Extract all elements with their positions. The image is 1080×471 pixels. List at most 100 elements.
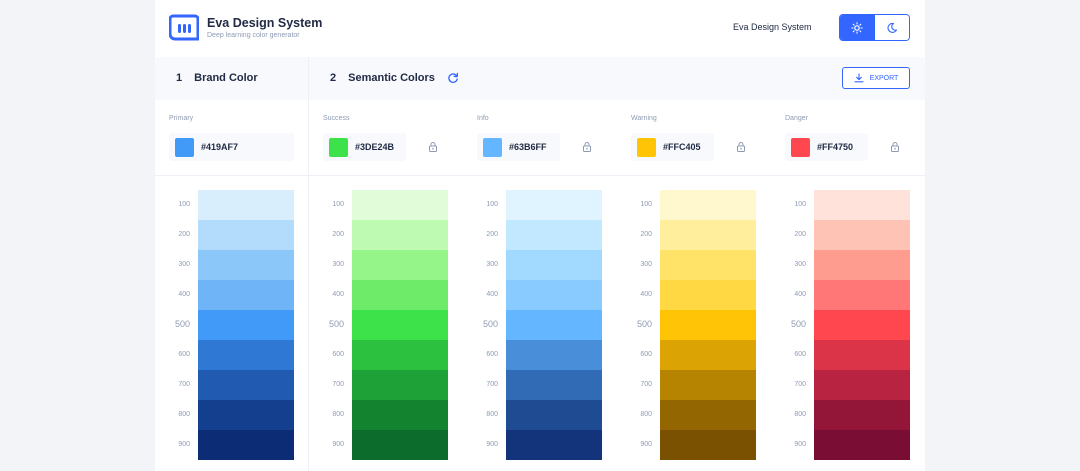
shade-label: 100: [178, 201, 190, 208]
shade-swatch[interactable]: [198, 220, 294, 250]
shade-swatch[interactable]: [352, 310, 448, 340]
shade-swatch[interactable]: [814, 340, 910, 370]
brand-color-heading: 1 Brand Color: [176, 72, 258, 84]
color-swatch[interactable]: [637, 137, 656, 157]
shade-swatch[interactable]: [506, 340, 602, 370]
export-button[interactable]: EXPORT: [842, 67, 910, 89]
shade-swatch[interactable]: [352, 220, 448, 250]
shade-label: 200: [178, 231, 190, 238]
lock-icon[interactable]: [736, 141, 746, 153]
shade-label: 300: [178, 261, 190, 268]
shade-label: 500: [790, 319, 806, 329]
shade-swatch[interactable]: [814, 250, 910, 280]
shade-swatch[interactable]: [814, 310, 910, 340]
shade-swatch[interactable]: [352, 280, 448, 310]
color-hex-input[interactable]: #419AF7: [169, 133, 294, 161]
section-bar: [155, 57, 925, 100]
section-title: Semantic Colors: [348, 72, 435, 84]
shade-swatch[interactable]: [506, 250, 602, 280]
shade-swatch[interactable]: [660, 220, 756, 250]
shade-swatch[interactable]: [352, 400, 448, 430]
shade-swatch[interactable]: [352, 340, 448, 370]
shade-swatch[interactable]: [506, 310, 602, 340]
shade-label: 800: [794, 411, 806, 418]
color-swatch[interactable]: [175, 137, 194, 157]
shade-swatch[interactable]: [506, 220, 602, 250]
header-brand-link[interactable]: Eva Design System: [733, 22, 812, 32]
lock-icon[interactable]: [428, 141, 438, 153]
shade-swatch[interactable]: [814, 400, 910, 430]
shade-swatch[interactable]: [198, 190, 294, 220]
shade-label: 600: [486, 351, 498, 358]
shade-swatch[interactable]: [814, 280, 910, 310]
shade-label: 400: [178, 291, 190, 298]
lock-icon[interactable]: [582, 141, 592, 153]
lock-icon[interactable]: [890, 141, 900, 153]
column-divider: [308, 57, 309, 471]
shade-label: 600: [794, 351, 806, 358]
shade-swatch[interactable]: [506, 370, 602, 400]
color-hex-input[interactable]: #FFC405: [631, 133, 714, 161]
shade-swatch[interactable]: [352, 250, 448, 280]
shade-swatch[interactable]: [198, 310, 294, 340]
shade-label: 400: [332, 291, 344, 298]
sun-icon: [851, 21, 863, 34]
light-theme-button[interactable]: [840, 15, 875, 40]
hex-value: #3DE24B: [355, 142, 395, 152]
shade-swatch[interactable]: [198, 280, 294, 310]
color-generator-page: Eva Design System Deep learning color ge…: [155, 0, 925, 471]
shade-label: 500: [482, 319, 498, 329]
color-hex-input[interactable]: #63B6FF: [477, 133, 560, 161]
shade-swatch[interactable]: [198, 250, 294, 280]
refresh-icon[interactable]: [447, 72, 459, 84]
shade-swatch[interactable]: [660, 340, 756, 370]
shade-label: 600: [178, 351, 190, 358]
color-swatch[interactable]: [483, 137, 502, 157]
shade-swatch[interactable]: [814, 430, 910, 460]
shade-swatch[interactable]: [352, 190, 448, 220]
shade-swatch[interactable]: [198, 400, 294, 430]
shade-swatch[interactable]: [660, 310, 756, 340]
shade-label: 900: [332, 441, 344, 448]
palette-label: Warning: [631, 115, 657, 122]
shade-swatch[interactable]: [506, 400, 602, 430]
app-title: Eva Design System: [207, 16, 323, 30]
color-hex-input[interactable]: #3DE24B: [323, 133, 406, 161]
shade-swatch[interactable]: [198, 430, 294, 460]
shade-swatch[interactable]: [814, 370, 910, 400]
shade-swatch[interactable]: [198, 370, 294, 400]
shade-label: 500: [636, 319, 652, 329]
palette-label: Primary: [169, 115, 194, 122]
shade-swatch[interactable]: [660, 430, 756, 460]
shade-label: 100: [794, 201, 806, 208]
shade-label: 900: [486, 441, 498, 448]
shade-swatch[interactable]: [660, 370, 756, 400]
shade-swatch[interactable]: [660, 190, 756, 220]
color-swatch[interactable]: [791, 137, 810, 157]
shade-swatch[interactable]: [352, 370, 448, 400]
color-hex-input[interactable]: #FF4750: [785, 133, 868, 161]
shade-swatch[interactable]: [660, 280, 756, 310]
shade-swatch[interactable]: [506, 280, 602, 310]
dark-theme-button[interactable]: [874, 15, 909, 40]
shade-label: 300: [794, 261, 806, 268]
shade-label: 300: [640, 261, 652, 268]
shade-swatch[interactable]: [506, 430, 602, 460]
palette-label: Danger: [785, 115, 808, 122]
hex-value: #63B6FF: [509, 142, 547, 152]
shade-label: 700: [640, 381, 652, 388]
shade-label: 900: [640, 441, 652, 448]
shade-swatch[interactable]: [352, 430, 448, 460]
shade-swatch[interactable]: [198, 340, 294, 370]
hex-value: #FF4750: [817, 142, 854, 152]
shade-swatch[interactable]: [660, 400, 756, 430]
color-swatch[interactable]: [329, 137, 348, 157]
export-label: EXPORT: [869, 74, 899, 82]
shade-label: 400: [794, 291, 806, 298]
shade-swatch[interactable]: [814, 190, 910, 220]
download-icon: [854, 73, 864, 83]
shade-label: 300: [486, 261, 498, 268]
shade-swatch[interactable]: [660, 250, 756, 280]
shade-swatch[interactable]: [506, 190, 602, 220]
shade-swatch[interactable]: [814, 220, 910, 250]
